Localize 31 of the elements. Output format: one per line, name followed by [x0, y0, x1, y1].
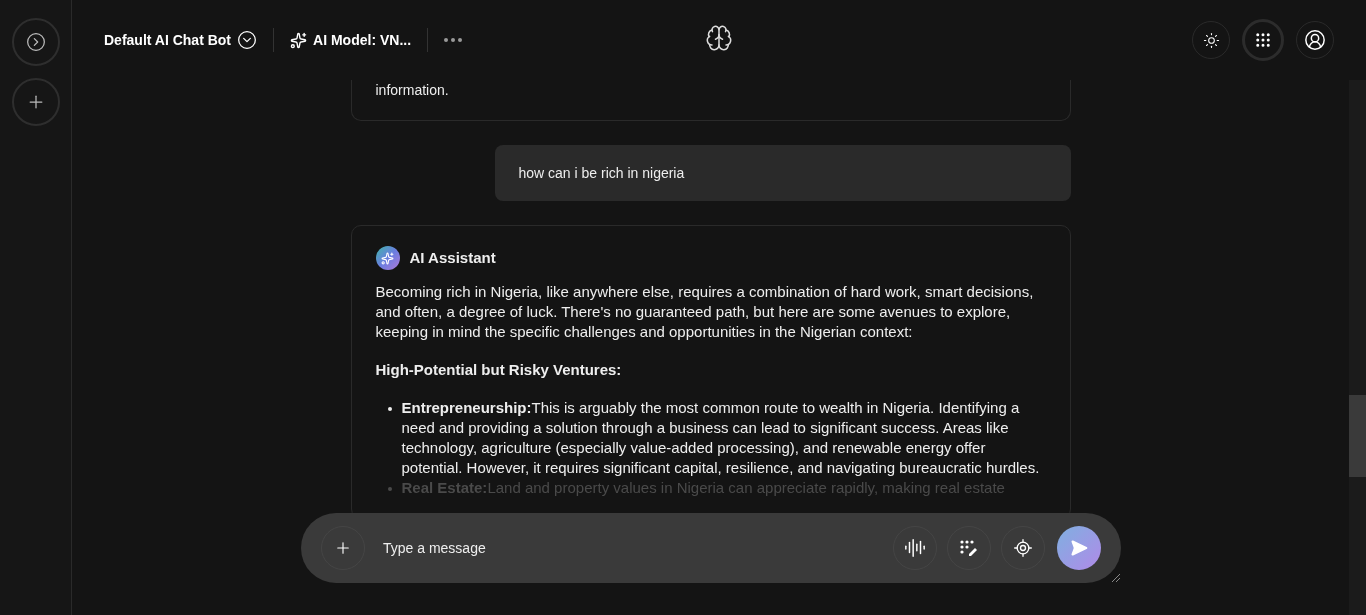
- brain-logo-icon: [705, 24, 733, 52]
- message-input[interactable]: Type a message: [381, 539, 883, 557]
- grid-dots-icon: [1254, 31, 1272, 49]
- sparkle-icon: [290, 31, 308, 49]
- list-item: Entrepreneurship:This is arguably the most common route to wealth in Nigeria. Identifying a need and providing a solution through a business can lead to significant success. Areas like technology, agriculture (especially value-added processing), and renewable energy offer potential. However, it requires significant capital, resilience, and navigating bureaucratic hurdles.: [401, 398, 1041, 478]
- scrollbar[interactable]: [1349, 80, 1366, 615]
- send-icon: [1070, 539, 1088, 557]
- resize-handle-icon[interactable]: [1111, 573, 1121, 583]
- bot-selector[interactable]: Default AI Chat Bot: [104, 30, 258, 50]
- crosshair-icon: [1013, 538, 1033, 558]
- ellipsis-icon: [444, 38, 463, 42]
- chevron-down-icon: [237, 30, 258, 50]
- sun-icon: [1202, 31, 1220, 49]
- model-selector[interactable]: AI Model: VN...: [290, 31, 412, 49]
- bullet-icon: [387, 407, 392, 411]
- send-button[interactable]: [1057, 526, 1101, 570]
- expand-sidebar-button[interactable]: [11, 18, 60, 66]
- message-text: information.: [375, 82, 449, 98]
- dots-pencil-icon: [959, 538, 979, 558]
- chevron-right-icon: [25, 32, 46, 52]
- user-message: how can i be rich in nigeria: [494, 145, 1071, 201]
- more-button[interactable]: [444, 38, 463, 42]
- author-name: AI Assistant: [409, 248, 496, 268]
- user-icon: [1304, 29, 1326, 51]
- message-paragraph: Becoming rich in Nigeria, like anywhere else, requires a combination of hard work, smart decisions, and often, a degree of luck. There's no guaranteed path, but here are some avenues to explore, keeping in mind the specific challenges and opportunities in the Nigerian context:: [375, 282, 1035, 342]
- message-heading: High-Potential but Risky Ventures:: [375, 360, 623, 380]
- bullet-icon: [387, 487, 392, 491]
- sparkle-avatar-icon: [375, 246, 400, 270]
- plus-icon: [334, 539, 352, 557]
- apps-button[interactable]: [1242, 19, 1284, 61]
- sound-wave-icon: [904, 537, 926, 559]
